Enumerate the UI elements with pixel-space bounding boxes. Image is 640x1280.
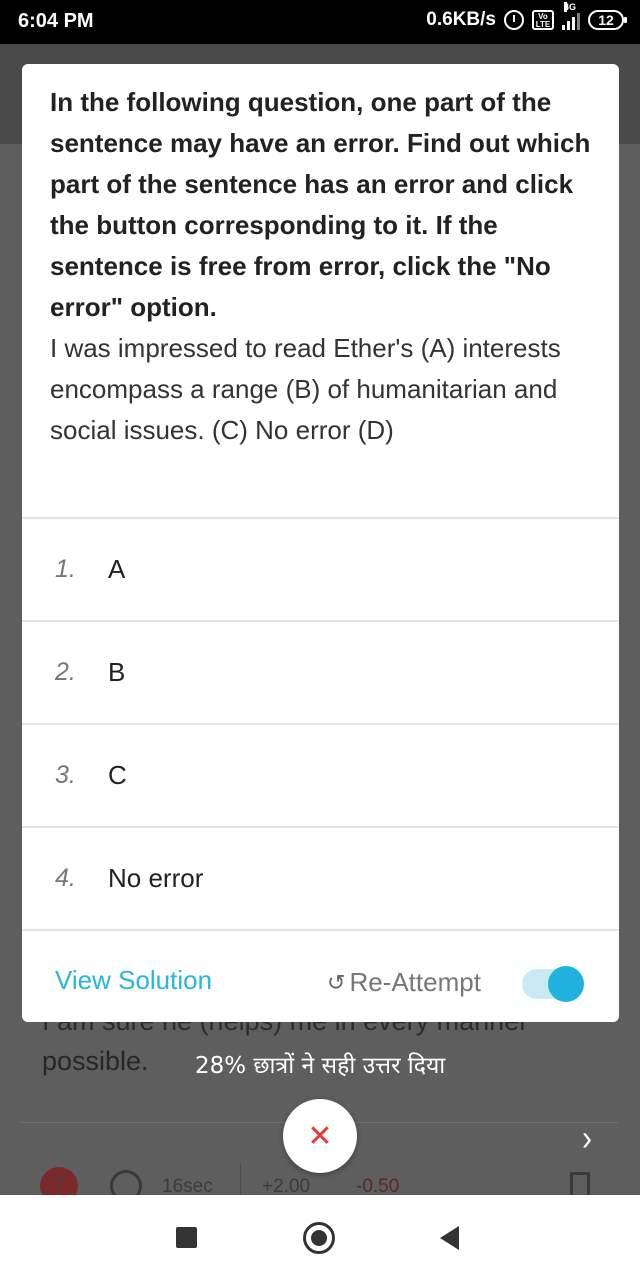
status-icons: 0.6KB/s Vo LTE 4G 12	[426, 2, 627, 31]
option-number: 3.	[55, 761, 76, 789]
navigation-bar	[0, 1195, 640, 1280]
background-question-text-end: possible.	[42, 1046, 149, 1076]
volte-icon: Vo LTE	[532, 10, 554, 30]
recents-icon[interactable]	[176, 1227, 197, 1248]
question-sentence: I was impressed to read Ether's (A) inte…	[50, 333, 561, 445]
refresh-icon: ↺	[327, 969, 346, 995]
question-dialog: In the following question, one part of t…	[22, 64, 619, 1022]
option-label: A	[108, 554, 126, 584]
option-label: C	[108, 760, 127, 790]
network-speed: 0.6KB/s	[426, 9, 496, 30]
close-icon: ✕	[307, 1119, 333, 1153]
correct-answer-stat: 28% छात्रों ने सही उत्तर दिया	[195, 1053, 446, 1079]
close-button[interactable]: ✕	[283, 1099, 357, 1173]
option-label: No error	[108, 863, 204, 893]
signal-icon: 4G	[562, 2, 580, 30]
battery-icon: 12	[588, 10, 627, 30]
option-no-error[interactable]: 4. No error	[22, 826, 619, 929]
dialog-footer: View Solution ↺ Re-Attempt	[22, 929, 619, 1022]
question-block: In the following question, one part of t…	[22, 64, 619, 517]
toggle-knob	[548, 966, 584, 1002]
back-icon[interactable]	[440, 1226, 459, 1250]
next-question-icon[interactable]: ›	[582, 1119, 592, 1160]
home-icon[interactable]	[303, 1222, 335, 1254]
option-c[interactable]: 3. C	[22, 723, 619, 826]
reattempt-label: Re-Attempt	[349, 967, 481, 997]
status-bar: 6:04 PM 0.6KB/s Vo LTE 4G 12	[0, 0, 640, 44]
bookmark-icon[interactable]	[570, 1172, 590, 1196]
option-number: 1.	[55, 555, 76, 583]
network-type: 4G	[564, 2, 577, 12]
option-b[interactable]: 2. B	[22, 620, 619, 723]
view-solution-button[interactable]: View Solution	[55, 965, 212, 996]
question-instruction: In the following question, one part of t…	[50, 87, 591, 322]
reattempt-button[interactable]: ↺ Re-Attempt	[327, 967, 481, 998]
option-a[interactable]: 1. A	[22, 517, 619, 620]
clock: 6:04 PM	[18, 10, 94, 32]
reattempt-toggle[interactable]	[522, 966, 584, 1002]
option-number: 2.	[55, 658, 76, 686]
alarm-icon	[504, 10, 524, 30]
option-label: B	[108, 657, 126, 687]
option-number: 4.	[55, 864, 76, 892]
